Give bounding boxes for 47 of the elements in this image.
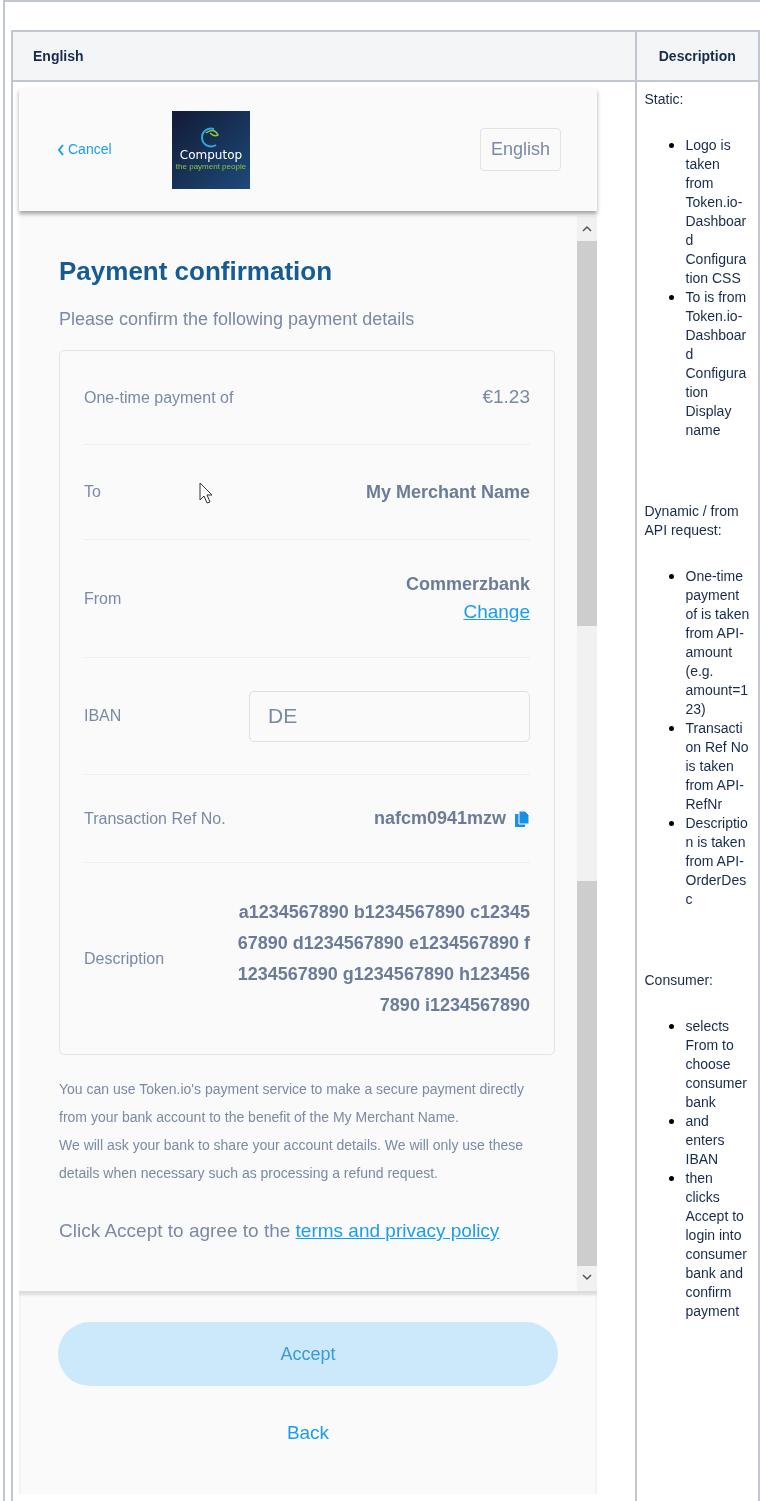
- change-link[interactable]: Change: [463, 597, 530, 627]
- consent-text: Click Accept to agree to the terms and privacy policy: [59, 1219, 501, 1244]
- iban-field[interactable]: DE: [249, 690, 530, 742]
- cancel-link[interactable]: Cancel: [57, 139, 172, 160]
- page-subtitle: Please confirm the following payment details: [59, 308, 416, 332]
- field-label: One-time payment of: [84, 387, 234, 408]
- section-heading: Static:: [644, 90, 685, 109]
- list-item: then clicks Accept to login into consumer bank and confirm payment: [685, 1169, 748, 1321]
- bullet-icon: [668, 1176, 674, 1181]
- bank-name: Commerzbank: [405, 572, 530, 596]
- logo: Computop the payment people: [172, 110, 250, 189]
- terms-link[interactable]: terms and privacy policy: [295, 1220, 500, 1242]
- section-heading: Dynamic / from API request:: [644, 502, 740, 540]
- amount-value: €1.23: [482, 385, 530, 410]
- column-header: English: [12, 31, 636, 81]
- description-value: a1234567890 b1234567890 c1234567890 d1234567890 e1234567890 f1234567890 g1234567890 h1234567890 i1234567890: [236, 900, 530, 1017]
- list-item: One-time payment of is taken from API-amount (e.g. amount=123): [685, 567, 750, 719]
- bullet-icon: [668, 143, 674, 148]
- list-item: To is from Token.io-Dashboard Configuration Display name: [685, 288, 748, 440]
- bullet-icon: [668, 726, 674, 731]
- chevron-left-icon: [57, 143, 65, 156]
- bullet-icon: [668, 1024, 674, 1029]
- scrollbar[interactable]: [577, 216, 597, 1291]
- cursor-icon: [199, 481, 213, 504]
- back-link[interactable]: Back: [286, 1419, 330, 1448]
- language-button[interactable]: English: [479, 128, 561, 171]
- section-heading: Consumer:: [644, 971, 714, 990]
- reference-value: nafcm0941mzw: [373, 807, 506, 831]
- list-item: Logo is taken from Token.io-Dashboard Configuration CSS: [685, 136, 748, 288]
- notice-text: You can use Token.io's payment service to make a secure payment directly from your bank account to the benefit of the My Merchant Name. We will ask your bank to share your account details. We will only use these details when necessary such as processing a refund request.: [59, 1080, 525, 1184]
- copy-icon[interactable]: [514, 810, 530, 829]
- scroll-down-icon[interactable]: [582, 1274, 592, 1281]
- field-label: From: [84, 588, 122, 609]
- list-item: Transaction Ref No is taken from API-RefNr: [685, 719, 750, 814]
- field-label: Transaction Ref No.: [84, 808, 226, 829]
- list-item: Description is taken from API-OrderDesc: [685, 814, 749, 909]
- field-label: Description: [84, 948, 165, 969]
- column-header: Description: [635, 31, 759, 81]
- bullet-icon: [668, 821, 674, 826]
- page-title: Payment confirmation: [59, 256, 334, 288]
- bullet-icon: [668, 295, 674, 300]
- field-value: My Merchant Name: [365, 480, 530, 504]
- bullet-icon: [668, 574, 674, 579]
- field-label: To: [84, 482, 102, 503]
- bullet-icon: [668, 1119, 674, 1124]
- scroll-up-icon[interactable]: [582, 225, 592, 232]
- field-label: IBAN: [84, 706, 122, 727]
